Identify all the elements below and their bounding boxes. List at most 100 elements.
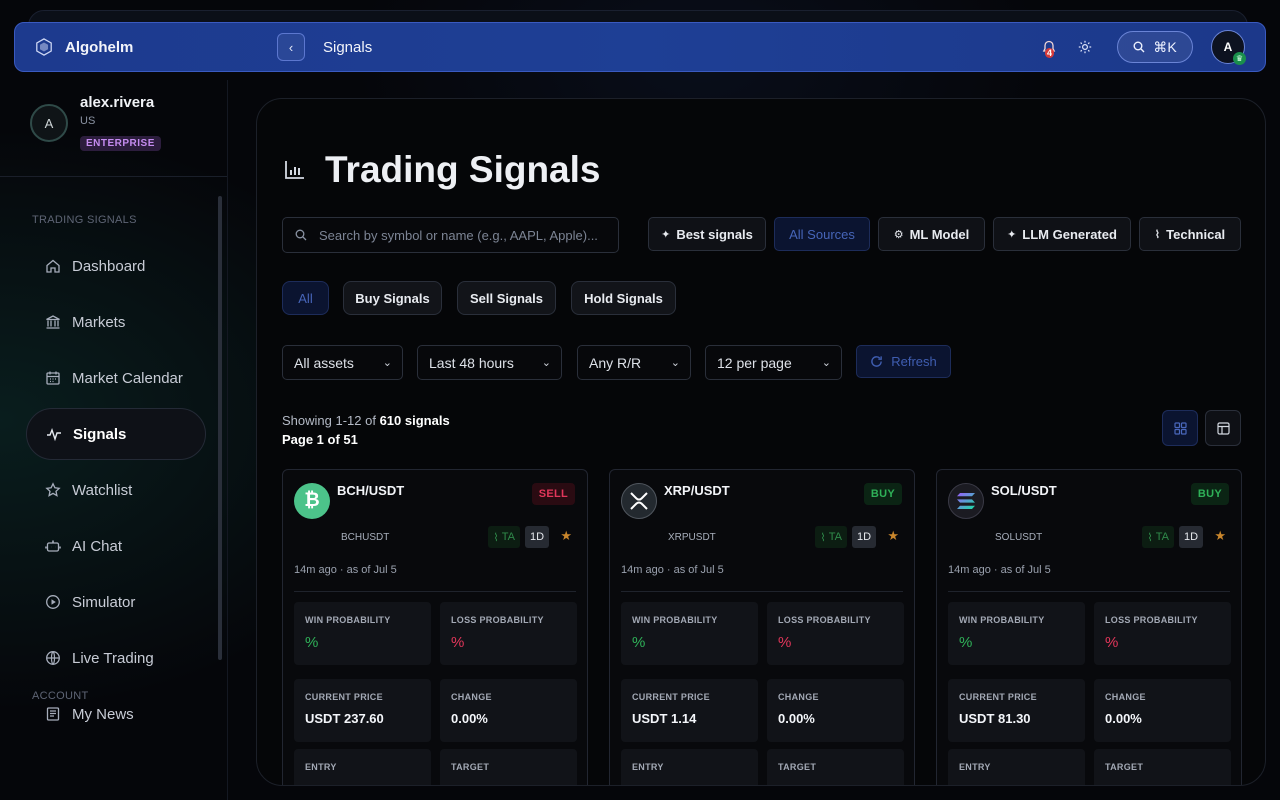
timeframe-tag: 1D [1179, 526, 1203, 548]
solana-logo [957, 493, 975, 509]
table-view-button[interactable] [1205, 410, 1241, 446]
signal-search-box[interactable] [282, 217, 619, 253]
signal-card-sol[interactable]: SOL/USDT BUY SOLUSDT ⌇ TA 1D ★ 14m ago · … [936, 469, 1242, 785]
newspaper-icon [46, 707, 60, 721]
button-label: Sell Signals [470, 290, 543, 306]
play-icon [46, 595, 60, 609]
table-icon [1216, 421, 1230, 435]
current-price: CURRENT PRICE USDT 81.30 [948, 679, 1085, 742]
signal-card-xrp[interactable]: XRP/USDT BUY XRPUSDT ⌇ TA 1D ★ 14m ago · … [609, 469, 915, 785]
metric-label: LOSS PROBABILITY [451, 615, 544, 625]
ticker: BCHUSDT [341, 532, 390, 543]
sidebar-item-market-calendar[interactable]: Market Calendar [26, 352, 206, 404]
llm-generated-button[interactable]: ✦ LLM Generated [993, 217, 1131, 251]
current-price: CURRENT PRICE USDT 237.60 [294, 679, 431, 742]
sidebar-item-label: Simulator [72, 593, 136, 611]
metric-label: WIN PROBABILITY [959, 615, 1045, 625]
favorite-star-icon[interactable]: ★ [560, 528, 572, 544]
favorite-star-icon[interactable]: ★ [887, 528, 899, 544]
collapse-sidebar-button[interactable]: ‹ [277, 33, 305, 61]
as-of-text: as of Jul 5 [673, 564, 724, 576]
as-of-text: as of Jul 5 [1000, 564, 1051, 576]
filter-sell-signals[interactable]: Sell Signals [457, 281, 556, 315]
metric-label: CURRENT PRICE [632, 692, 710, 702]
sidebar-item-signals[interactable]: Signals [26, 408, 206, 460]
sidebar-item-markets[interactable]: Markets [26, 296, 206, 348]
xrp-logo [630, 492, 648, 510]
timeframe-tag: 1D [525, 526, 549, 548]
metric-value: % [959, 634, 973, 651]
page-info: Page 1 of 51 [282, 432, 358, 447]
time-range-select[interactable]: Last 48 hours ⌄ [417, 345, 562, 380]
loss-probability: LOSS PROBABILITY % [1094, 602, 1231, 665]
metric-label: ENTRY [959, 762, 991, 772]
sidebar-item-label: Market Calendar [72, 369, 183, 387]
profile-card[interactable]: A alex.rivera US ENTERPRISE [0, 80, 227, 177]
select-value: 12 per page [717, 354, 792, 371]
search-icon [1133, 41, 1145, 53]
notification-count: 4 [1045, 48, 1055, 58]
bar-chart-icon [285, 161, 304, 179]
ta-label: TA [828, 531, 842, 543]
entry-price: ENTRY [948, 749, 1085, 785]
sidebar-item-live-trading[interactable]: Live Trading [26, 632, 206, 684]
asset-select[interactable]: All assets ⌄ [282, 345, 403, 380]
target-price: TARGET [1094, 749, 1231, 785]
sidebar-item-watchlist[interactable]: Watchlist [26, 464, 206, 516]
nav-section-account: ACCOUNT [32, 690, 89, 702]
all-sources-button[interactable]: All Sources [774, 217, 870, 251]
best-signals-button[interactable]: ✦ Best signals [648, 217, 766, 251]
crown-icon: ♛ [1233, 52, 1246, 65]
target-price: TARGET [767, 749, 904, 785]
user-avatar-button[interactable]: A ♛ [1211, 30, 1246, 65]
sidebar-item-ai-chat[interactable]: AI Chat [26, 520, 206, 572]
notifications-button[interactable]: 4 [1039, 37, 1059, 58]
metric-label: CURRENT PRICE [959, 692, 1037, 702]
sidebar-item-dashboard[interactable]: Dashboard [26, 240, 206, 292]
ml-model-button[interactable]: ⚙ ML Model [878, 217, 985, 251]
ta-label: TA [1155, 531, 1169, 543]
favorite-star-icon[interactable]: ★ [1214, 528, 1226, 544]
ta-tag: ⌇ TA [815, 526, 847, 548]
page-size-select[interactable]: 12 per page ⌄ [705, 345, 842, 380]
sidebar-item-label: Signals [73, 425, 127, 443]
grid-icon [1173, 421, 1187, 435]
button-label: Hold Signals [584, 290, 663, 306]
entry-price: ENTRY [621, 749, 758, 785]
signal-card-bch[interactable]: ₿ BCH/USDT SELL BCHUSDT ⌇ TA 1D ★ 14m ago… [282, 469, 588, 785]
page-title: Trading Signals [325, 149, 601, 190]
brand-name: Algohelm [65, 38, 134, 56]
sidebar-item-label: Markets [72, 313, 126, 331]
button-label: Best signals [676, 226, 753, 242]
filter-buy-signals[interactable]: Buy Signals [343, 281, 442, 315]
search-input[interactable] [319, 227, 609, 243]
price-change: CHANGE 0.00% [440, 679, 577, 742]
refresh-button[interactable]: Refresh [856, 345, 951, 378]
select-value: Last 48 hours [429, 354, 514, 371]
age-text: 14m ago [948, 564, 991, 576]
theme-toggle-button[interactable] [1077, 39, 1093, 55]
age-text: 14m ago [621, 564, 664, 576]
grid-view-button[interactable] [1162, 410, 1198, 446]
sidebar-item-label: Watchlist [72, 481, 133, 499]
sidebar-scrollbar[interactable] [218, 196, 222, 660]
ticker: XRPUSDT [668, 532, 716, 543]
signal-age: 14m ago · as of Jul 5 [621, 564, 724, 576]
brand[interactable]: Algohelm [35, 38, 277, 56]
filter-hold-signals[interactable]: Hold Signals [571, 281, 676, 315]
pair-symbol: SOL/USDT [991, 483, 1057, 498]
age-text: 14m ago [294, 564, 337, 576]
sidebar-item-simulator[interactable]: Simulator [26, 576, 206, 628]
metric-value: 0.00% [451, 711, 488, 726]
technical-button[interactable]: ⌇ Technical [1139, 217, 1241, 251]
robot-icon [45, 540, 61, 552]
metric-label: CHANGE [451, 692, 492, 702]
command-search-button[interactable]: ⌘K [1117, 31, 1193, 63]
metric-label: WIN PROBABILITY [632, 615, 718, 625]
risk-reward-select[interactable]: Any R/R ⌄ [577, 345, 691, 380]
filter-all[interactable]: All [282, 281, 329, 315]
nav-section-trading-signals: TRADING SIGNALS [32, 214, 137, 226]
metric-value: USDT 81.30 [959, 711, 1031, 726]
signal-age: 14m ago · as of Jul 5 [294, 564, 397, 576]
select-value: All assets [294, 354, 354, 371]
